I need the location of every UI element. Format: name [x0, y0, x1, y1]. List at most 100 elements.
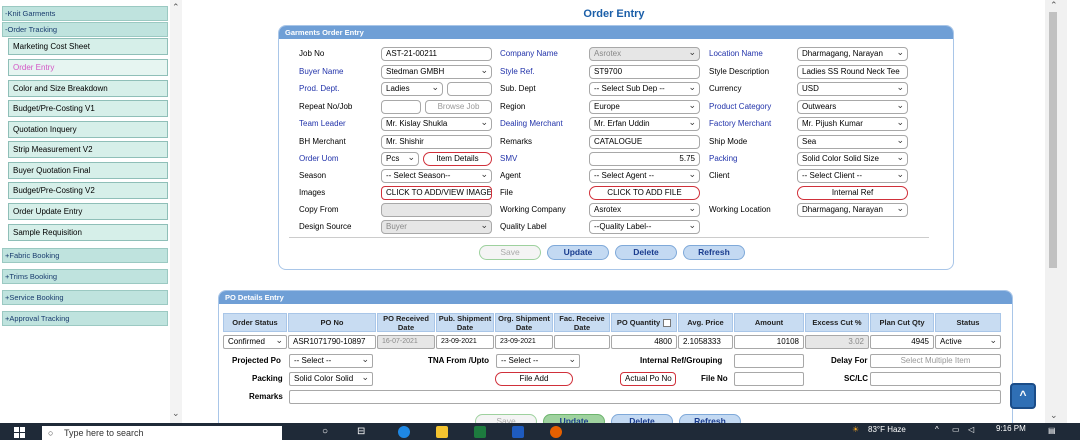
sc-lc-field[interactable]: [870, 372, 1001, 386]
fac-receive-date-field[interactable]: [554, 335, 610, 349]
sidebar-item-budget-v1[interactable]: Budget/Pre-Costing V1: [8, 100, 168, 117]
scroll-top-button[interactable]: ^: [1010, 383, 1036, 409]
scroll-down-icon[interactable]: ⌄: [172, 408, 180, 419]
page-scrollbar[interactable]: ⌃ ⌄: [1045, 0, 1067, 423]
firefox-icon[interactable]: [550, 426, 562, 438]
tna-from-select[interactable]: -- Select --: [496, 354, 580, 368]
prod-dept-select[interactable]: Ladies: [381, 82, 443, 96]
po-remarks-field[interactable]: [289, 390, 1001, 404]
sidebar-scrollbar[interactable]: ⌃ ⌄: [170, 0, 182, 423]
page-scroll-thumb[interactable]: [1049, 12, 1057, 268]
po-no-field[interactable]: ASR1071790-10897: [288, 335, 376, 349]
projected-po-select[interactable]: -- Select --: [289, 354, 373, 368]
edge-icon[interactable]: [398, 426, 410, 438]
excess-cut-field[interactable]: 3.02: [805, 335, 869, 349]
excel-icon[interactable]: [474, 426, 486, 438]
company-name-select[interactable]: Asrotex: [589, 47, 700, 61]
sidebar-item-buyer-quotation[interactable]: Buyer Quotation Final: [8, 162, 168, 179]
windows-start-icon[interactable]: [14, 427, 25, 438]
packing-select[interactable]: Solid Color Solid Size: [797, 152, 908, 166]
po-received-date-field[interactable]: 16-07-2021: [377, 335, 435, 349]
po-quantity-field[interactable]: 4800: [611, 335, 677, 349]
file-no-field[interactable]: [734, 372, 804, 386]
actual-po-no-button[interactable]: Actual Po No: [620, 372, 676, 386]
page-scroll-up-icon[interactable]: ⌃: [1050, 0, 1058, 11]
working-location-select[interactable]: Dharmagang, Narayan: [797, 203, 908, 217]
save-button[interactable]: Save: [479, 245, 541, 260]
sidebar-group-approval-tracking[interactable]: +Approval Tracking: [2, 311, 168, 326]
tray-chevron-icon[interactable]: ^: [935, 425, 939, 434]
delete-button[interactable]: Delete: [615, 245, 677, 260]
po-quantity-checkbox[interactable]: [663, 318, 672, 327]
region-select[interactable]: Europe: [589, 100, 700, 114]
sub-dept-select[interactable]: -- Select Sub Dep --: [589, 82, 700, 96]
update-button[interactable]: Update: [547, 245, 609, 260]
po-packing-select[interactable]: Solid Color Solid: [289, 372, 373, 386]
internal-ref-button[interactable]: Internal Ref: [797, 186, 908, 200]
sidebar-group-service-booking[interactable]: +Service Booking: [2, 290, 168, 305]
amount-field[interactable]: 10108: [734, 335, 804, 349]
ship-mode-select[interactable]: Sea: [797, 135, 908, 149]
sidebar-item-color-size-breakdown[interactable]: Color and Size Breakdown: [8, 80, 168, 97]
quality-label-select[interactable]: --Quality Label--: [589, 220, 700, 234]
delay-for-field[interactable]: Select Multiple Item: [870, 354, 1001, 368]
remarks-field[interactable]: CATALOGUE: [589, 135, 700, 149]
org-shipment-date-field[interactable]: 23-09-2021: [495, 335, 553, 349]
sidebar-item-sample-requisition[interactable]: Sample Requisition: [8, 224, 168, 241]
item-details-button[interactable]: Item Details: [423, 152, 492, 166]
cortana-icon[interactable]: ○: [322, 426, 328, 437]
currency-select[interactable]: USD: [797, 82, 908, 96]
internal-ref-field[interactable]: [734, 354, 804, 368]
season-select[interactable]: -- Select Season--: [381, 169, 492, 183]
file-button[interactable]: CLICK TO ADD FILE: [589, 186, 700, 200]
scroll-up-icon[interactable]: ⌃: [172, 2, 180, 13]
buyer-name-select[interactable]: Stedman GMBH: [381, 65, 492, 79]
bh-merchant-field[interactable]: Mr. Shishir: [381, 135, 492, 149]
order-status-select[interactable]: Confirmed: [223, 335, 287, 349]
repeat-no-field[interactable]: [381, 100, 421, 114]
outlook-icon[interactable]: [512, 426, 524, 438]
taskbar-search[interactable]: ○ Type here to search: [42, 426, 282, 440]
status-select[interactable]: Active: [935, 335, 1001, 349]
location-name-select[interactable]: Dharmagang, Narayan: [797, 47, 908, 61]
volume-icon[interactable]: ◁: [968, 425, 974, 434]
sidebar-item-strip-measurement[interactable]: Strip Measurement V2: [8, 141, 168, 158]
file-add-button[interactable]: File Add: [495, 372, 573, 386]
avg-price-field[interactable]: 2.1058333: [678, 335, 733, 349]
order-uom-select[interactable]: Pcs: [381, 152, 419, 166]
style-ref-field[interactable]: ST9700: [589, 65, 700, 79]
browse-job-field[interactable]: Browse Job: [425, 100, 492, 114]
style-description-field[interactable]: Ladies SS Round Neck Tee: [797, 65, 908, 79]
job-no-field[interactable]: AST-21-00211: [381, 47, 492, 61]
client-select[interactable]: -- Select Client --: [797, 169, 908, 183]
plan-cut-qty-field[interactable]: 4945: [870, 335, 934, 349]
network-icon[interactable]: ▭: [952, 425, 960, 434]
smv-field[interactable]: 5.75: [589, 152, 700, 166]
product-category-select[interactable]: Outwears: [797, 100, 908, 114]
factory-merchant-select[interactable]: Mr. Pijush Kumar: [797, 117, 908, 131]
dealing-merchant-select[interactable]: Mr. Erfan Uddin: [589, 117, 700, 131]
file-explorer-icon[interactable]: [436, 426, 448, 438]
team-leader-select[interactable]: Mr. Kislay Shukla: [381, 117, 492, 131]
sidebar-group-fabric-booking[interactable]: +Fabric Booking: [2, 248, 168, 263]
refresh-button[interactable]: Refresh: [683, 245, 745, 260]
sidebar-item-marketing-cost-sheet[interactable]: Marketing Cost Sheet: [8, 38, 168, 55]
working-company-select[interactable]: Asrotex: [589, 203, 700, 217]
pub-shipment-date-field[interactable]: 23-09-2021: [436, 335, 494, 349]
agent-select[interactable]: -- Select Agent --: [589, 169, 700, 183]
sidebar-group-knit-garments[interactable]: -Knit Garments: [2, 6, 168, 21]
copy-from-field[interactable]: [381, 203, 492, 217]
prod-dept-extra-field[interactable]: [447, 82, 492, 96]
page-scroll-down-icon[interactable]: ⌄: [1050, 410, 1058, 421]
sidebar-item-quotation-inquery[interactable]: Quotation Inquery: [8, 121, 168, 138]
images-button[interactable]: CLICK TO ADD/VIEW IMAGE: [381, 186, 492, 200]
sidebar-item-order-entry[interactable]: Order Entry: [8, 59, 168, 76]
sidebar-group-trims-booking[interactable]: +Trims Booking: [2, 269, 168, 284]
sidebar-group-order-tracking[interactable]: -Order Tracking: [2, 22, 168, 37]
notification-icon[interactable]: ▤: [1048, 426, 1056, 435]
task-view-icon[interactable]: ⊟: [357, 426, 365, 437]
col-fac-receive: Fac. Receive Date: [554, 313, 610, 332]
design-source-select[interactable]: Buyer: [381, 220, 492, 234]
sidebar-item-order-update-entry[interactable]: Order Update Entry: [8, 203, 168, 220]
sidebar-item-budget-v2[interactable]: Budget/Pre-Costing V2: [8, 182, 168, 199]
